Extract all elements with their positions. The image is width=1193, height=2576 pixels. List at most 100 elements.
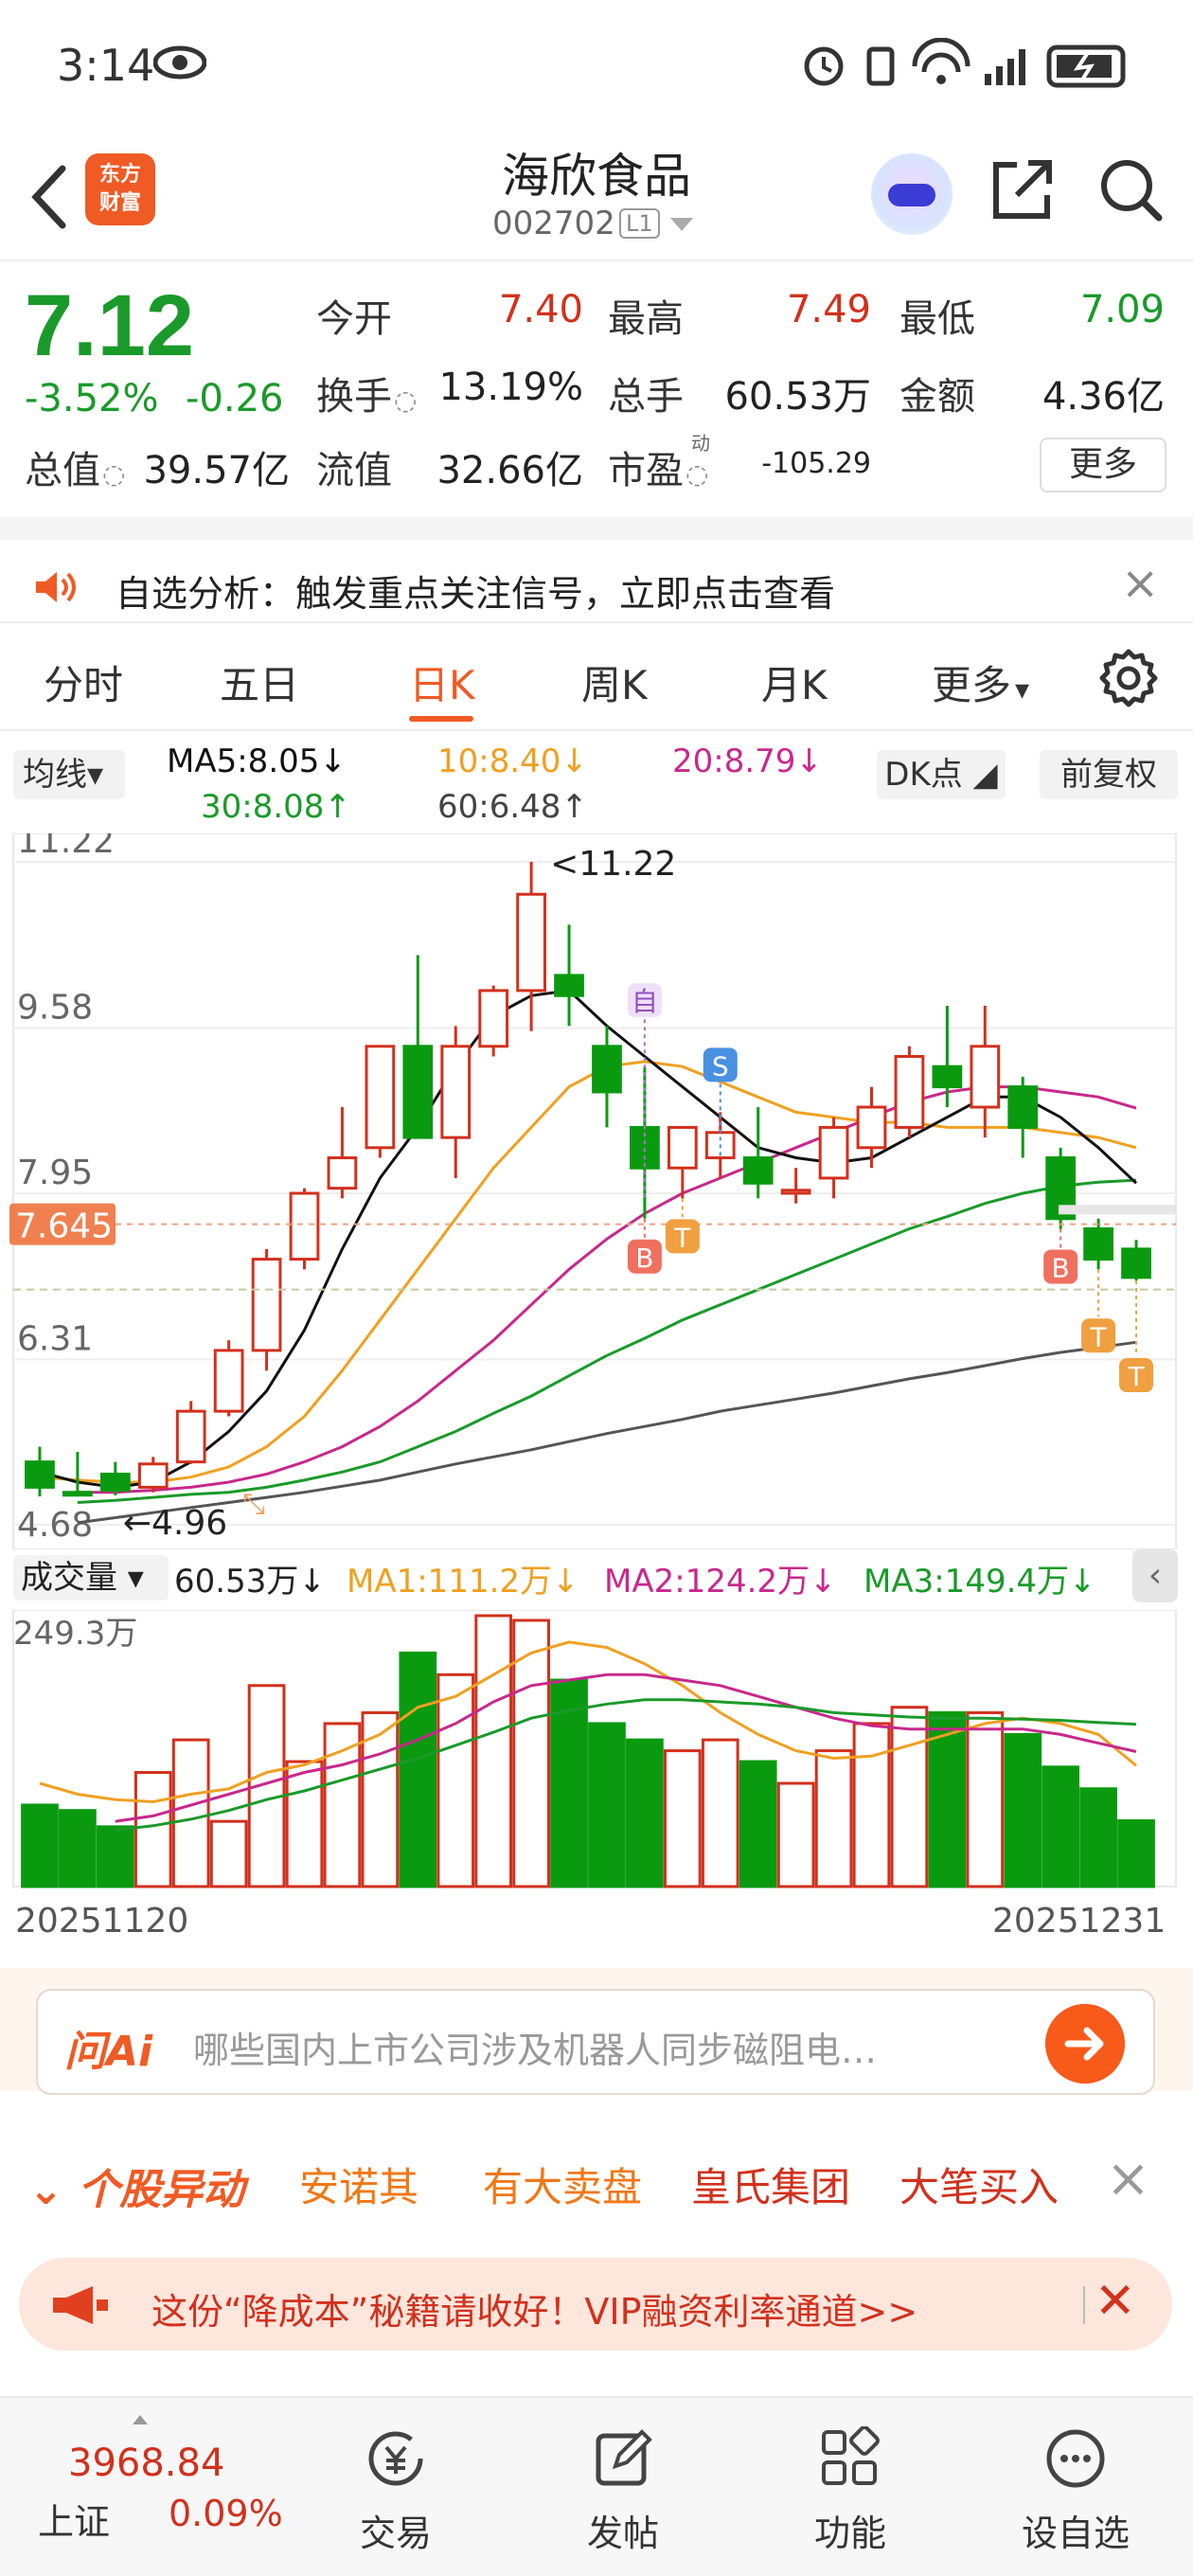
adjustment-button[interactable]: 前复权 (1040, 750, 1178, 799)
nav-set-favorite[interactable]: 设自选 (1000, 2398, 1151, 2576)
candle-body[interactable] (554, 974, 584, 997)
tab-1[interactable]: 分时 (44, 653, 123, 711)
volume-bar[interactable] (1079, 1787, 1117, 1888)
candle-body[interactable] (894, 1055, 925, 1129)
nav-functions[interactable]: 功能 (775, 2398, 926, 2576)
volume-bar[interactable] (890, 1706, 929, 1888)
candle-body[interactable] (175, 1409, 206, 1464)
volume-bar[interactable] (323, 1722, 362, 1888)
candle-body[interactable] (1007, 1085, 1039, 1129)
volume-bar[interactable] (21, 1803, 59, 1888)
volume-bar[interactable] (966, 1710, 1005, 1888)
expand-icon[interactable]: ⤡ (242, 1488, 265, 1521)
volume-bar[interactable] (474, 1614, 513, 1888)
tab-3[interactable]: 日K (409, 653, 475, 711)
kline-chart[interactable]: 11.229.587.956.314.687.645<11.22←4.96BT自… (0, 833, 1193, 1549)
ai-robot-avatar[interactable] (871, 153, 953, 235)
candle-body[interactable] (440, 1045, 472, 1139)
volume-bar[interactable] (1042, 1765, 1080, 1888)
volume-bar[interactable] (776, 1781, 815, 1888)
index-name[interactable]: 上证 (38, 2493, 110, 2545)
candle-body[interactable] (365, 1045, 396, 1150)
arrow-right-icon[interactable] (1045, 2004, 1125, 2084)
index-value[interactable]: 3968.84 (68, 2442, 224, 2485)
candle-body[interactable] (478, 989, 509, 1048)
volume-select[interactable]: 成交量 ▾ (13, 1555, 169, 1601)
volume-bar[interactable] (626, 1738, 664, 1888)
candle-body[interactable] (25, 1460, 55, 1489)
candle-body[interactable] (742, 1156, 774, 1185)
close-icon[interactable]: × (1121, 557, 1159, 610)
dk-point-button[interactable]: DK点 ◢ (877, 750, 1006, 799)
volume-bar[interactable] (285, 1760, 324, 1888)
notice-bar[interactable]: 自选分析：触发重点关注信号，立即点击查看 × (0, 540, 1193, 623)
more-quote-button[interactable]: 更多 (1040, 438, 1166, 492)
volume-bar[interactable] (701, 1738, 739, 1888)
candle-body[interactable] (780, 1189, 811, 1195)
volume-bar[interactable] (96, 1825, 134, 1888)
candle-body[interactable] (818, 1125, 849, 1180)
volume-bar[interactable] (1004, 1732, 1042, 1888)
volume-bar[interactable] (399, 1651, 437, 1888)
stock-alerts-title[interactable]: ⌄ 个股异动 (28, 2156, 244, 2216)
info-icon[interactable]: ◌ (102, 458, 125, 490)
signal-marker-label: B (1052, 1252, 1070, 1283)
volume-chart[interactable]: 249.3万 (0, 1610, 1193, 1894)
volume-bar[interactable] (814, 1749, 853, 1888)
candle-body[interactable] (62, 1491, 93, 1497)
candle-body[interactable] (516, 892, 546, 993)
candle-body[interactable] (99, 1472, 131, 1493)
promo-banner[interactable]: 这份“降成本”秘籍请收好！VIP融资利率通道>> ✕ (19, 2258, 1172, 2351)
quote-value: 32.66亿 (436, 449, 583, 492)
indicator-select[interactable]: 均线▾ (13, 750, 125, 799)
volume-bar[interactable] (1117, 1819, 1155, 1888)
index-change[interactable]: 0.09% (169, 2493, 283, 2534)
stock-alert-tag[interactable]: 大笔买入 (899, 2156, 1059, 2213)
candle-body[interactable] (592, 1045, 622, 1094)
candle-body[interactable] (932, 1064, 963, 1089)
ai-search-input[interactable]: 问Ai 哪些国内上市公司涉及机器人同步磁阻电… (36, 1989, 1155, 2095)
candle-body[interactable] (1083, 1226, 1113, 1261)
candle-body[interactable] (970, 1045, 1001, 1109)
candle-body[interactable] (213, 1349, 244, 1413)
candle-body[interactable] (137, 1462, 169, 1489)
search-icon[interactable] (1096, 155, 1165, 224)
stock-alert-tag[interactable]: 安诺其 (299, 2156, 418, 2213)
spacer (0, 2368, 1193, 2396)
volume-bar[interactable] (436, 1673, 475, 1888)
info-icon[interactable]: ◌ (394, 385, 417, 416)
volume-bar[interactable] (171, 1738, 210, 1888)
candle-body[interactable] (1121, 1247, 1151, 1279)
tab-4[interactable]: 周K (581, 653, 648, 711)
collapse-panel-icon[interactable]: ‹ (1132, 1549, 1178, 1602)
candle-body[interactable] (289, 1191, 320, 1261)
volume-bar[interactable] (209, 1819, 248, 1888)
gear-icon[interactable] (1098, 648, 1159, 708)
candle-body[interactable] (251, 1258, 282, 1352)
candle-body[interactable] (402, 1045, 434, 1139)
volume-bar[interactable] (588, 1722, 626, 1888)
info-icon[interactable]: ◌ (686, 458, 708, 490)
nav-post[interactable]: 发帖 (547, 2398, 699, 2576)
code-dropdown-caret-icon[interactable] (670, 218, 693, 231)
tab-2[interactable]: 五日 (220, 653, 299, 711)
stock-alert-tag[interactable]: 有大卖盘 (483, 2156, 642, 2213)
candle-body[interactable] (327, 1156, 358, 1190)
divider (1083, 2286, 1085, 2324)
speaker-icon (36, 572, 76, 602)
close-icon[interactable]: × (1106, 2148, 1150, 2209)
share-icon[interactable] (988, 155, 1057, 224)
candle-body[interactable] (856, 1105, 887, 1150)
volume-bar[interactable] (663, 1749, 702, 1888)
nav-trade[interactable]: 交易 (320, 2398, 472, 2576)
tab-6[interactable]: 更多 ▾ (932, 653, 1029, 711)
volume-bar[interactable] (852, 1722, 891, 1888)
candle-body[interactable] (667, 1125, 698, 1170)
stock-code[interactable]: 002702 (492, 205, 615, 242)
stock-alert-tag[interactable]: 皇氏集团 (691, 2156, 850, 2213)
tab-5[interactable]: 月K (761, 653, 828, 711)
volume-bar[interactable] (739, 1760, 777, 1888)
close-icon[interactable]: ✕ (1095, 2273, 1136, 2330)
volume-bar[interactable] (59, 1809, 97, 1888)
volume-bar[interactable] (134, 1771, 172, 1888)
